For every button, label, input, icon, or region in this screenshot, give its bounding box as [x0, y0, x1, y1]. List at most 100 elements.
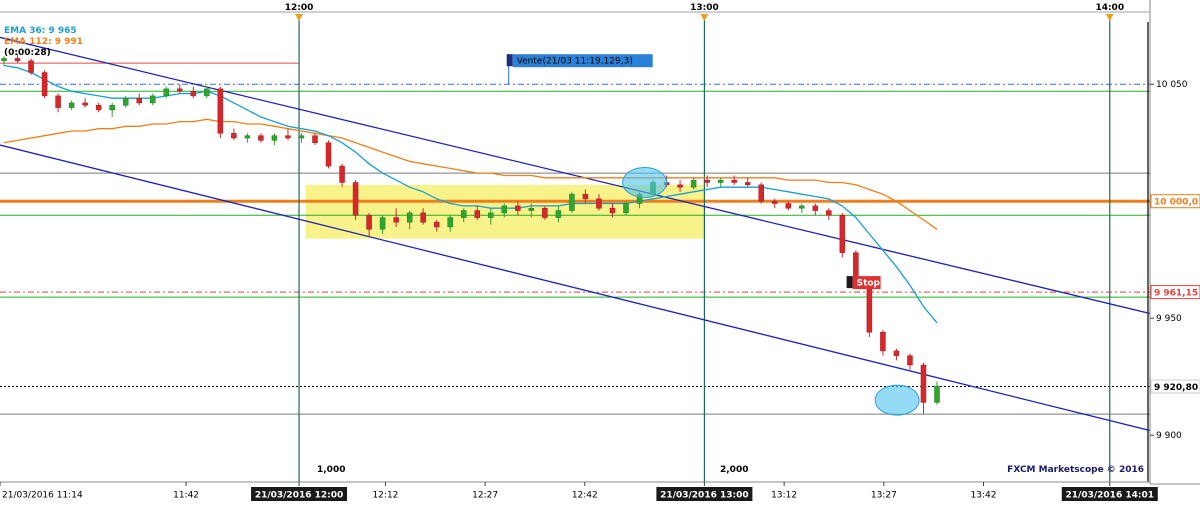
candle-body: [812, 205, 819, 211]
x-tick-label: 21/03/2016 14:01: [1066, 491, 1154, 501]
candle-body: [149, 95, 156, 104]
y-tick-label: 10 050: [1156, 80, 1188, 90]
candle-body: [366, 214, 372, 230]
candle-body: [866, 282, 873, 333]
candle-body: [731, 179, 737, 183]
candle-timer: (0:00:28): [4, 48, 51, 58]
candle-body: [623, 203, 629, 214]
copyright-text: FXCM Marketscope © 2016: [1007, 465, 1144, 475]
x-tick-label: 13:27: [871, 491, 897, 501]
chart-svg: Vente(21/03 11:19,129,3) Stop 10 050 9 950…: [0, 0, 1200, 507]
stop-marker-flag: [846, 276, 853, 289]
candle-body: [488, 212, 494, 218]
x-tick-label: 21/03/2016 13:00: [660, 491, 748, 501]
candle-body: [609, 207, 616, 214]
candle-body: [55, 95, 61, 108]
candle-body: [542, 207, 548, 218]
candle-body: [298, 135, 305, 139]
candle-body: [717, 179, 724, 183]
candle-body: [433, 222, 440, 228]
candle: [569, 191, 575, 213]
candle-body: [109, 105, 115, 111]
x-tick-label: 21/03/2016 11:14: [2, 491, 83, 501]
candle-body: [82, 102, 88, 106]
session-label-2: 2,000: [720, 465, 748, 475]
candle-body: [569, 193, 575, 211]
candle-body: [122, 97, 129, 106]
candle-body: [528, 207, 535, 211]
candle-body: [907, 355, 913, 366]
candle-body: [68, 102, 75, 108]
candle-body: [785, 203, 792, 209]
candle-body: [406, 212, 413, 223]
x-tick-label: 13:42: [971, 491, 997, 501]
candle-body: [379, 217, 386, 230]
candle-body: [826, 210, 832, 216]
candle-body: [41, 72, 48, 97]
candle-body: [758, 184, 764, 202]
candle-body: [339, 165, 345, 183]
x-tick-label: 12:27: [472, 491, 498, 501]
x-tick-label: 12:12: [372, 491, 398, 501]
top-time-label: 13:00: [690, 3, 719, 13]
candle-body: [893, 350, 900, 356]
candle-body: [136, 97, 142, 104]
candle-body: [799, 205, 805, 209]
candle: [839, 212, 846, 258]
candle-body: [285, 135, 291, 139]
candle-body: [393, 217, 399, 223]
stop-label: Stop: [857, 279, 881, 289]
candle-body: [474, 210, 481, 218]
candle-body: [690, 179, 697, 188]
candle-body: [934, 385, 940, 403]
candle-body: [325, 142, 332, 167]
order-label: Vente(21/03 11:19,129,3): [517, 57, 633, 67]
x-tick-label: 13:12: [771, 491, 797, 501]
candle-body: [352, 182, 359, 216]
candle-body: [920, 364, 927, 403]
candle: [352, 180, 359, 220]
candle-body: [555, 210, 562, 218]
candle-body: [271, 135, 278, 141]
candle: [542, 205, 548, 220]
top-time-label: 12:00: [285, 3, 314, 13]
y-tick-label: 9 950: [1156, 314, 1182, 324]
candle-body: [163, 88, 170, 97]
candle-body: [95, 105, 102, 111]
x-tick-label: 12:42: [572, 491, 598, 501]
candle: [41, 70, 48, 99]
candle-body: [312, 135, 318, 143]
candle-body: [460, 210, 467, 218]
candle-body: [217, 88, 224, 134]
candle-body: [582, 193, 589, 200]
candle-body: [190, 90, 197, 97]
candle-body: [177, 88, 183, 92]
candle: [325, 140, 332, 169]
candle-body: [771, 200, 778, 204]
candle-body: [880, 331, 886, 352]
y-tick-label: 9 900: [1156, 431, 1182, 441]
price-tag-label: 9 961,15: [1154, 289, 1198, 299]
price-tag-label: 9 920,80: [1154, 383, 1198, 393]
candle-body: [447, 217, 453, 228]
candle-body: [28, 60, 34, 73]
price-tag-label: 10 000,0: [1154, 198, 1198, 208]
candle-body: [14, 58, 21, 62]
x-tick-label: 21/03/2016 12:00: [255, 491, 343, 501]
candle-body: [704, 179, 710, 183]
candle-body: [1, 58, 7, 62]
candle-body: [231, 133, 237, 139]
candle: [623, 201, 629, 216]
highlight-circle: [874, 384, 920, 416]
candle: [217, 86, 224, 139]
candle-body: [677, 184, 683, 188]
candle: [28, 58, 34, 75]
session-label-1: 1,000: [317, 465, 345, 475]
x-tick-label: 11:42: [173, 491, 199, 501]
candle-body: [596, 198, 602, 209]
candle-body: [515, 205, 521, 211]
highlight-circle: [622, 166, 668, 198]
candle-body: [204, 88, 210, 97]
candle-body: [258, 135, 264, 141]
candle-body: [744, 182, 751, 186]
